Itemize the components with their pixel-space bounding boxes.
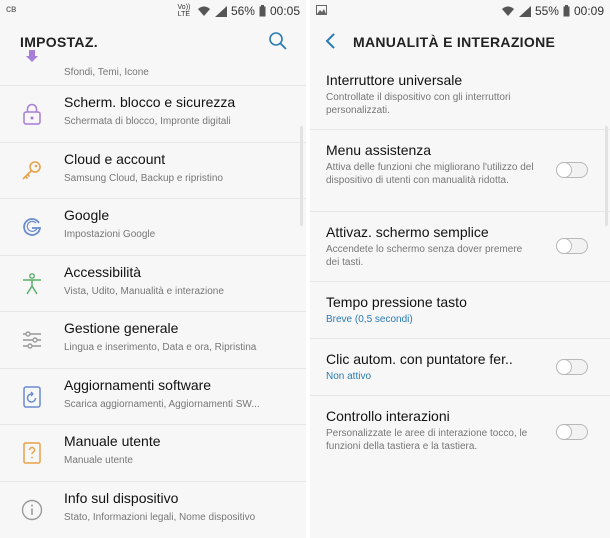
signal-icon bbox=[518, 5, 531, 17]
list-item-lock-security[interactable]: Scherm. blocco e sicurezza Schermata di … bbox=[0, 86, 306, 143]
list-item-subtitle: Sfondi, Temi, Icone bbox=[64, 67, 149, 78]
list-item-interaction-control[interactable]: Controllo interazioni Personalizzate le … bbox=[310, 396, 610, 463]
list-item-title: Scherm. blocco e sicurezza bbox=[64, 94, 236, 110]
lock-icon bbox=[23, 103, 41, 125]
easy-screen-turn-on-toggle[interactable] bbox=[556, 237, 588, 254]
list-item-subtitle: Lingua e inserimento, Data e ora, Ripris… bbox=[64, 342, 257, 353]
list-item-partial[interactable]: Sfondi, Temi, Icone bbox=[0, 50, 306, 86]
clock: 00:05 bbox=[269, 4, 300, 18]
sliders-icon bbox=[23, 331, 41, 349]
search-icon[interactable] bbox=[268, 31, 288, 51]
list-item-touch-hold-delay[interactable]: Tempo pressione tasto Breve (0,5 secondi… bbox=[310, 282, 610, 339]
app-bar: IMPOSTAZ. bbox=[0, 22, 306, 60]
manual-icon bbox=[23, 442, 41, 464]
list-item-title: Interruttore universale bbox=[326, 72, 463, 88]
list-item-subtitle: Attiva delle funzioni che migliorano l'u… bbox=[326, 162, 534, 186]
list-item-subtitle: Stato, Informazioni legali, Nome disposi… bbox=[64, 511, 256, 523]
wallpaper-icon bbox=[26, 50, 38, 62]
list-item-subtitle: Personalizzate le aree di interazione to… bbox=[326, 428, 528, 452]
list-item-assistant-menu[interactable]: Menu assistenza Attiva delle funzioni ch… bbox=[310, 130, 610, 212]
list-item-click-after-pointer-stops[interactable]: Clic autom. con puntatore fer.. Non atti… bbox=[310, 339, 610, 396]
list-item-subtitle: Controllate il dispositivo con gli inter… bbox=[326, 92, 511, 116]
list-item-title: Gestione generale bbox=[64, 320, 179, 336]
battery-percent: 56% bbox=[230, 4, 255, 18]
list-item-software-update[interactable]: Aggiornamenti software Scarica aggiornam… bbox=[0, 369, 306, 425]
list-item-easy-screen-turn-on[interactable]: Attivaz. schermo semplice Accendete lo s… bbox=[310, 212, 610, 282]
dexterity-interaction-pane: 55% 00:09 MANUALITÀ E INTERAZIONE Interr… bbox=[310, 0, 610, 538]
list-item-value: Breve (0,5 secondi) bbox=[326, 314, 413, 325]
click-after-pointer-stops-toggle[interactable] bbox=[556, 358, 588, 375]
app-bar: MANUALITÀ E INTERAZIONE bbox=[310, 22, 610, 60]
volte-indicator: Vo)) LTE bbox=[177, 4, 191, 18]
list-item-subtitle: Schermata di blocco, Impronte digitali bbox=[64, 116, 231, 127]
list-item-title: Controllo interazioni bbox=[326, 408, 450, 424]
list-item-user-manual[interactable]: Manuale utente Manuale utente bbox=[0, 425, 306, 482]
carrier-mark: ᴄʙ bbox=[6, 4, 17, 15]
list-item-google[interactable]: Google Impostazioni Google bbox=[0, 199, 306, 256]
battery-percent: 55% bbox=[534, 4, 559, 18]
status-bar: 55% 00:09 bbox=[310, 0, 610, 22]
list-item-title: Manuale utente bbox=[64, 433, 161, 449]
list-item-title: Google bbox=[64, 207, 110, 223]
list-item-general-management[interactable]: Gestione generale Lingua e inserimento, … bbox=[0, 312, 306, 369]
list-item-subtitle: Accendete lo schermo senza dover premere… bbox=[326, 244, 523, 268]
clock: 00:09 bbox=[573, 4, 604, 18]
list-item-subtitle: Impostazioni Google bbox=[64, 229, 156, 240]
status-bar: ᴄʙ Vo)) LTE 56% 00:05 bbox=[0, 0, 306, 22]
wifi-icon bbox=[197, 6, 210, 16]
page-title: MANUALITÀ E INTERAZIONE bbox=[353, 34, 556, 50]
info-icon bbox=[21, 499, 43, 520]
list-item-subtitle: Samsung Cloud, Backup e ripristino bbox=[64, 172, 223, 184]
key-icon bbox=[22, 160, 41, 180]
list-item-accessibility[interactable]: Accessibilità Vista, Udito, Manualità e … bbox=[0, 256, 306, 312]
list-item-subtitle: Manuale utente bbox=[64, 455, 133, 466]
wifi-icon bbox=[501, 6, 514, 16]
list-item-title: Menu assistenza bbox=[326, 142, 432, 158]
list-item-title: Aggiornamenti software bbox=[64, 376, 212, 393]
google-icon bbox=[23, 218, 42, 236]
list-item-title: Cloud e account bbox=[64, 150, 166, 167]
back-arrow-icon[interactable] bbox=[322, 31, 340, 51]
dexterity-settings-list: Interruttore universale Controllate il d… bbox=[310, 60, 610, 463]
signal-icon bbox=[214, 5, 227, 17]
interaction-control-toggle[interactable] bbox=[556, 423, 588, 440]
list-item-universal-switch[interactable]: Interruttore universale Controllate il d… bbox=[310, 60, 610, 130]
scrollbar[interactable] bbox=[605, 126, 608, 226]
scrollbar[interactable] bbox=[300, 126, 303, 226]
battery-icon bbox=[259, 5, 266, 17]
page-title: IMPOSTAZ. bbox=[20, 34, 98, 50]
software-update-icon bbox=[23, 385, 41, 408]
list-item-subtitle: Scarica aggiornamenti, Aggiornamenti SW.… bbox=[64, 398, 260, 410]
list-item-subtitle: Vista, Udito, Manualità e interazione bbox=[64, 285, 224, 297]
accessibility-icon bbox=[23, 272, 41, 294]
battery-icon bbox=[563, 5, 570, 17]
settings-list: Sfondi, Temi, Icone Scherm. blocco e sic… bbox=[0, 50, 306, 538]
image-notification-icon bbox=[316, 5, 327, 15]
settings-pane: ᴄʙ Vo)) LTE 56% 00:05 IMPOSTAZ. Sfondi, … bbox=[0, 0, 306, 538]
list-item-title: Accessibilità bbox=[64, 263, 142, 280]
list-item-cloud-accounts[interactable]: Cloud e account Samsung Cloud, Backup e … bbox=[0, 143, 306, 199]
list-item-title: Tempo pressione tasto bbox=[326, 294, 467, 310]
assistant-menu-toggle[interactable] bbox=[556, 161, 588, 178]
list-item-device-info[interactable]: Info sul dispositivo Stato, Informazioni… bbox=[0, 482, 306, 538]
list-item-value: Non attivo bbox=[326, 371, 372, 382]
list-item-title: Info sul dispositivo bbox=[64, 489, 179, 506]
